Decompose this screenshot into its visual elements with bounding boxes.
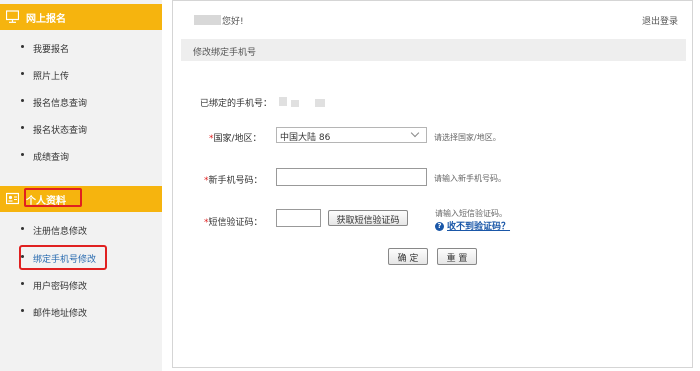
bullet bbox=[21, 126, 24, 129]
no-code-link[interactable]: ? 收不到验证码？ bbox=[435, 219, 510, 232]
sidebar-item-label: 成绩查询 bbox=[33, 153, 70, 163]
logout-link[interactable]: 退出登录 bbox=[642, 14, 678, 27]
sidebar-item-label: 我要报名 bbox=[33, 45, 70, 55]
new-phone-label-text: 新手机号码： bbox=[208, 176, 263, 186]
sidebar-item-label: 用户密码修改 bbox=[33, 282, 88, 292]
new-phone-input[interactable] bbox=[276, 168, 427, 186]
bullet bbox=[21, 309, 24, 312]
no-code-link-text: 收不到验证码？ bbox=[447, 222, 511, 232]
bound-phone-redacted bbox=[279, 97, 287, 106]
monitor-icon bbox=[6, 10, 19, 23]
country-hint: 请选择国家/地区。 bbox=[434, 133, 501, 142]
bullet bbox=[21, 45, 24, 48]
bound-phone-label: 已绑定的手机号： bbox=[200, 99, 273, 109]
section-highlight-box bbox=[24, 188, 82, 207]
bullet bbox=[21, 282, 24, 285]
sms-code-input[interactable] bbox=[276, 209, 321, 227]
sidebar-item-label: 绑定手机号修改 bbox=[33, 255, 97, 265]
bullet bbox=[21, 227, 24, 230]
reset-button[interactable]: 重 置 bbox=[437, 248, 477, 265]
bullet bbox=[21, 72, 24, 75]
sidebar-item-edit-registration[interactable]: 注册信息修改 bbox=[0, 221, 162, 239]
sidebar-item-bind-phone[interactable]: 绑定手机号修改 bbox=[0, 245, 162, 270]
country-select[interactable]: 中国大陆 86 bbox=[276, 127, 427, 143]
sidebar-item-registration-info[interactable]: 报名信息查询 bbox=[0, 93, 162, 111]
sidebar-item-label: 邮件地址修改 bbox=[33, 309, 88, 319]
bound-phone-redacted bbox=[315, 99, 325, 107]
sms-code-hint: 请输入短信验证码。 bbox=[435, 209, 507, 218]
new-phone-label: *新手机号码： bbox=[204, 173, 263, 186]
page-title: 修改绑定手机号 bbox=[193, 48, 257, 58]
sidebar-item-registration-status[interactable]: 报名状态查询 bbox=[0, 120, 162, 138]
sidebar-item-password[interactable]: 用户密码修改 bbox=[0, 276, 162, 294]
sms-code-label: *短信验证码： bbox=[204, 215, 263, 228]
bullet bbox=[21, 255, 24, 258]
country-select-value: 中国大陆 86 bbox=[280, 133, 331, 143]
new-phone-hint: 请输入新手机号码。 bbox=[434, 174, 506, 183]
greeting: 您好! bbox=[222, 17, 244, 27]
main-panel: 您好! 退出登录 修改绑定手机号 已绑定的手机号： *国家/地区： 中国大陆 8… bbox=[172, 0, 693, 368]
bound-phone-redacted bbox=[291, 100, 299, 107]
sidebar-item-email[interactable]: 邮件地址修改 bbox=[0, 303, 162, 321]
question-icon: ? bbox=[435, 222, 444, 231]
sidebar-item-score-query[interactable]: 成绩查询 bbox=[0, 147, 162, 165]
sidebar-item-label: 报名状态查询 bbox=[33, 126, 88, 136]
page-title-bar: 修改绑定手机号 bbox=[181, 39, 686, 61]
sidebar-item-apply[interactable]: 我要报名 bbox=[0, 39, 162, 57]
bullet bbox=[21, 99, 24, 102]
chevron-down-icon bbox=[410, 128, 420, 138]
sidebar-item-photo-upload[interactable]: 照片上传 bbox=[0, 66, 162, 84]
country-label-text: 国家/地区： bbox=[213, 134, 262, 144]
id-card-icon bbox=[6, 192, 19, 205]
get-sms-code-button[interactable]: 获取短信验证码 bbox=[328, 210, 408, 226]
sidebar-item-label: 照片上传 bbox=[33, 72, 70, 82]
username-redacted bbox=[194, 15, 221, 25]
section-header-online-registration: 网上报名 bbox=[0, 4, 162, 30]
bullet bbox=[21, 153, 24, 156]
sidebar-item-label: 报名信息查询 bbox=[33, 99, 88, 109]
confirm-button[interactable]: 确 定 bbox=[388, 248, 428, 265]
sidebar-item-label: 注册信息修改 bbox=[33, 227, 88, 237]
country-label: *国家/地区： bbox=[209, 131, 262, 144]
sms-code-label-text: 短信验证码： bbox=[208, 218, 263, 228]
top-bar: 您好! 退出登录 bbox=[173, 1, 692, 35]
section-title: 网上报名 bbox=[26, 14, 66, 25]
sidebar: 网上报名 我要报名 照片上传 报名信息查询 报名状态查询 成绩查询 个人资料 注… bbox=[0, 0, 162, 371]
section-header-personal-info: 个人资料 bbox=[0, 186, 162, 212]
